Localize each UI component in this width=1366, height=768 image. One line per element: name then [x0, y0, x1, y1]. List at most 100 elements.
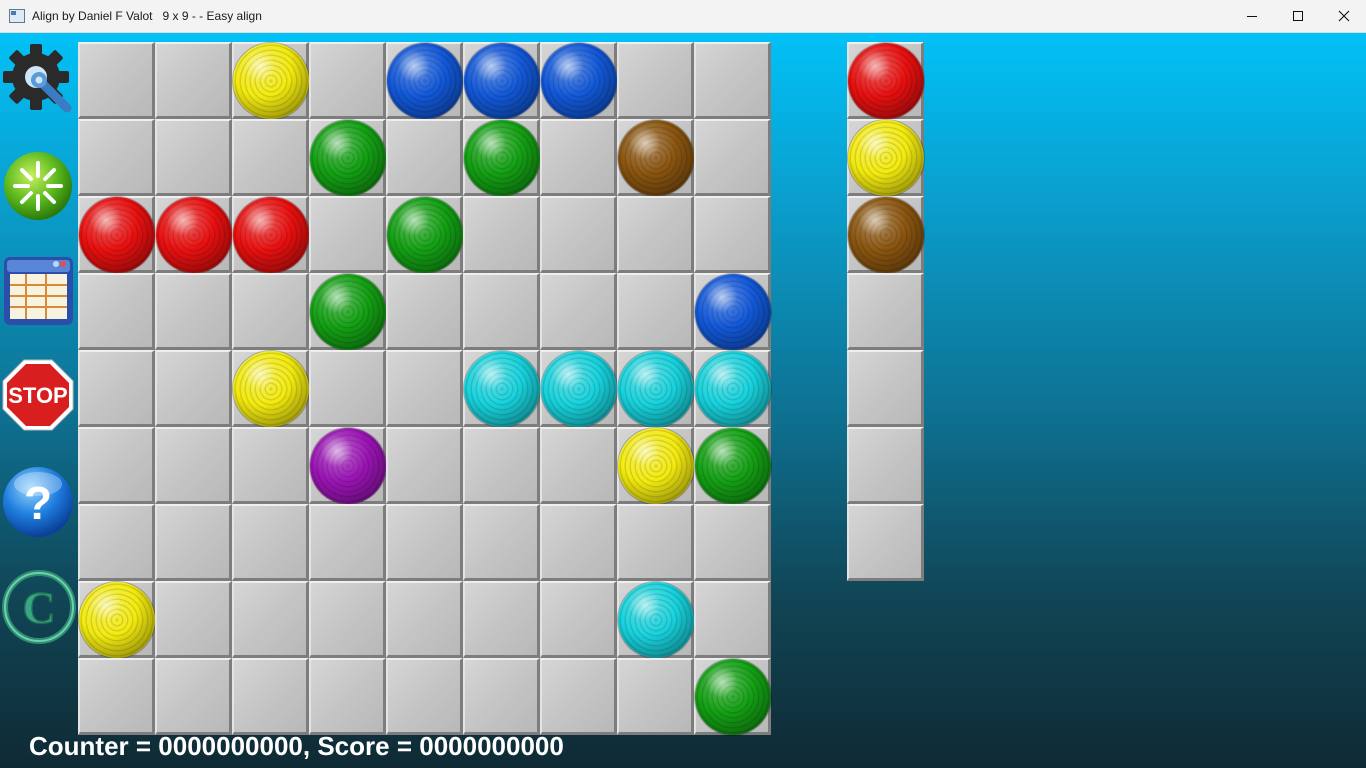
green-ball[interactable]: [310, 274, 386, 350]
board-cell[interactable]: [386, 504, 463, 581]
board-cell[interactable]: [386, 350, 463, 427]
board-cell[interactable]: [155, 42, 232, 119]
green-ball[interactable]: [695, 428, 771, 504]
help-button[interactable]: ?: [1, 464, 75, 538]
about-button[interactable]: C: [1, 568, 76, 644]
board-cell[interactable]: [386, 42, 463, 119]
board-cell[interactable]: [463, 581, 540, 658]
board-cell[interactable]: [78, 658, 155, 735]
board-cell[interactable]: [540, 504, 617, 581]
board-cell[interactable]: [617, 119, 694, 196]
board-cell[interactable]: [232, 427, 309, 504]
cyan-ball[interactable]: [618, 351, 694, 427]
board-cell[interactable]: [617, 196, 694, 273]
board-cell[interactable]: [309, 581, 386, 658]
board-cell[interactable]: [78, 42, 155, 119]
board-cell[interactable]: [540, 658, 617, 735]
board-cell[interactable]: [540, 273, 617, 350]
board-cell[interactable]: [540, 427, 617, 504]
red-ball[interactable]: [233, 197, 309, 273]
board-cell[interactable]: [540, 350, 617, 427]
settings-button[interactable]: [1, 42, 75, 116]
board-cell[interactable]: [694, 427, 771, 504]
board-cell[interactable]: [463, 350, 540, 427]
board-cell[interactable]: [78, 504, 155, 581]
green-ball[interactable]: [310, 120, 386, 196]
red-ball[interactable]: [156, 197, 232, 273]
board-cell[interactable]: [309, 350, 386, 427]
maximize-button[interactable]: [1275, 0, 1321, 32]
board-cell[interactable]: [155, 581, 232, 658]
board-cell[interactable]: [155, 196, 232, 273]
board-cell[interactable]: [309, 42, 386, 119]
cyan-ball[interactable]: [695, 351, 771, 427]
game-board[interactable]: [78, 42, 771, 735]
yellow-ball[interactable]: [618, 428, 694, 504]
board-cell[interactable]: [540, 119, 617, 196]
board-cell[interactable]: [386, 273, 463, 350]
board-cell[interactable]: [78, 196, 155, 273]
board-cell[interactable]: [386, 658, 463, 735]
cyan-ball[interactable]: [541, 351, 617, 427]
board-cell[interactable]: [232, 350, 309, 427]
blue-ball[interactable]: [464, 43, 540, 119]
purple-ball[interactable]: [310, 428, 386, 504]
board-cell[interactable]: [155, 427, 232, 504]
board-cell[interactable]: [617, 350, 694, 427]
board-cell[interactable]: [78, 273, 155, 350]
board-cell[interactable]: [232, 42, 309, 119]
cyan-ball[interactable]: [618, 582, 694, 658]
green-ball[interactable]: [387, 197, 463, 273]
board-cell[interactable]: [78, 119, 155, 196]
board-cell[interactable]: [78, 581, 155, 658]
board-cell[interactable]: [386, 581, 463, 658]
brown-ball[interactable]: [618, 120, 694, 196]
board-cell[interactable]: [463, 273, 540, 350]
board-cell[interactable]: [694, 196, 771, 273]
green-ball[interactable]: [695, 659, 771, 735]
board-cell[interactable]: [463, 504, 540, 581]
red-ball[interactable]: [79, 197, 155, 273]
blue-ball[interactable]: [695, 274, 771, 350]
board-cell[interactable]: [694, 273, 771, 350]
board-cell[interactable]: [309, 658, 386, 735]
new-game-button[interactable]: [1, 149, 75, 223]
board-cell[interactable]: [540, 196, 617, 273]
board-cell[interactable]: [78, 350, 155, 427]
board-cell[interactable]: [232, 581, 309, 658]
board-cell[interactable]: [386, 427, 463, 504]
board-cell[interactable]: [309, 119, 386, 196]
board-cell[interactable]: [232, 119, 309, 196]
board-cell[interactable]: [617, 658, 694, 735]
yellow-ball[interactable]: [233, 351, 309, 427]
stop-button[interactable]: STOP: [1, 358, 75, 432]
board-cell[interactable]: [617, 504, 694, 581]
board-cell[interactable]: [155, 504, 232, 581]
board-cell[interactable]: [155, 273, 232, 350]
board-cell[interactable]: [463, 119, 540, 196]
board-cell[interactable]: [232, 196, 309, 273]
board-cell[interactable]: [309, 273, 386, 350]
board-cell[interactable]: [540, 581, 617, 658]
board-cell[interactable]: [463, 42, 540, 119]
board-cell[interactable]: [540, 42, 617, 119]
yellow-ball[interactable]: [79, 582, 155, 658]
close-button[interactable]: [1321, 0, 1366, 32]
board-cell[interactable]: [232, 658, 309, 735]
board-cell[interactable]: [617, 273, 694, 350]
board-cell[interactable]: [694, 350, 771, 427]
board-cell[interactable]: [463, 196, 540, 273]
board-cell[interactable]: [694, 119, 771, 196]
board-cell[interactable]: [617, 427, 694, 504]
cyan-ball[interactable]: [464, 351, 540, 427]
board-cell[interactable]: [309, 504, 386, 581]
board-cell[interactable]: [155, 658, 232, 735]
board-cell[interactable]: [463, 427, 540, 504]
blue-ball[interactable]: [387, 43, 463, 119]
yellow-ball[interactable]: [233, 43, 309, 119]
minimize-button[interactable]: [1229, 0, 1275, 32]
board-cell[interactable]: [155, 119, 232, 196]
board-cell[interactable]: [309, 427, 386, 504]
board-cell[interactable]: [694, 504, 771, 581]
board-cell[interactable]: [386, 196, 463, 273]
